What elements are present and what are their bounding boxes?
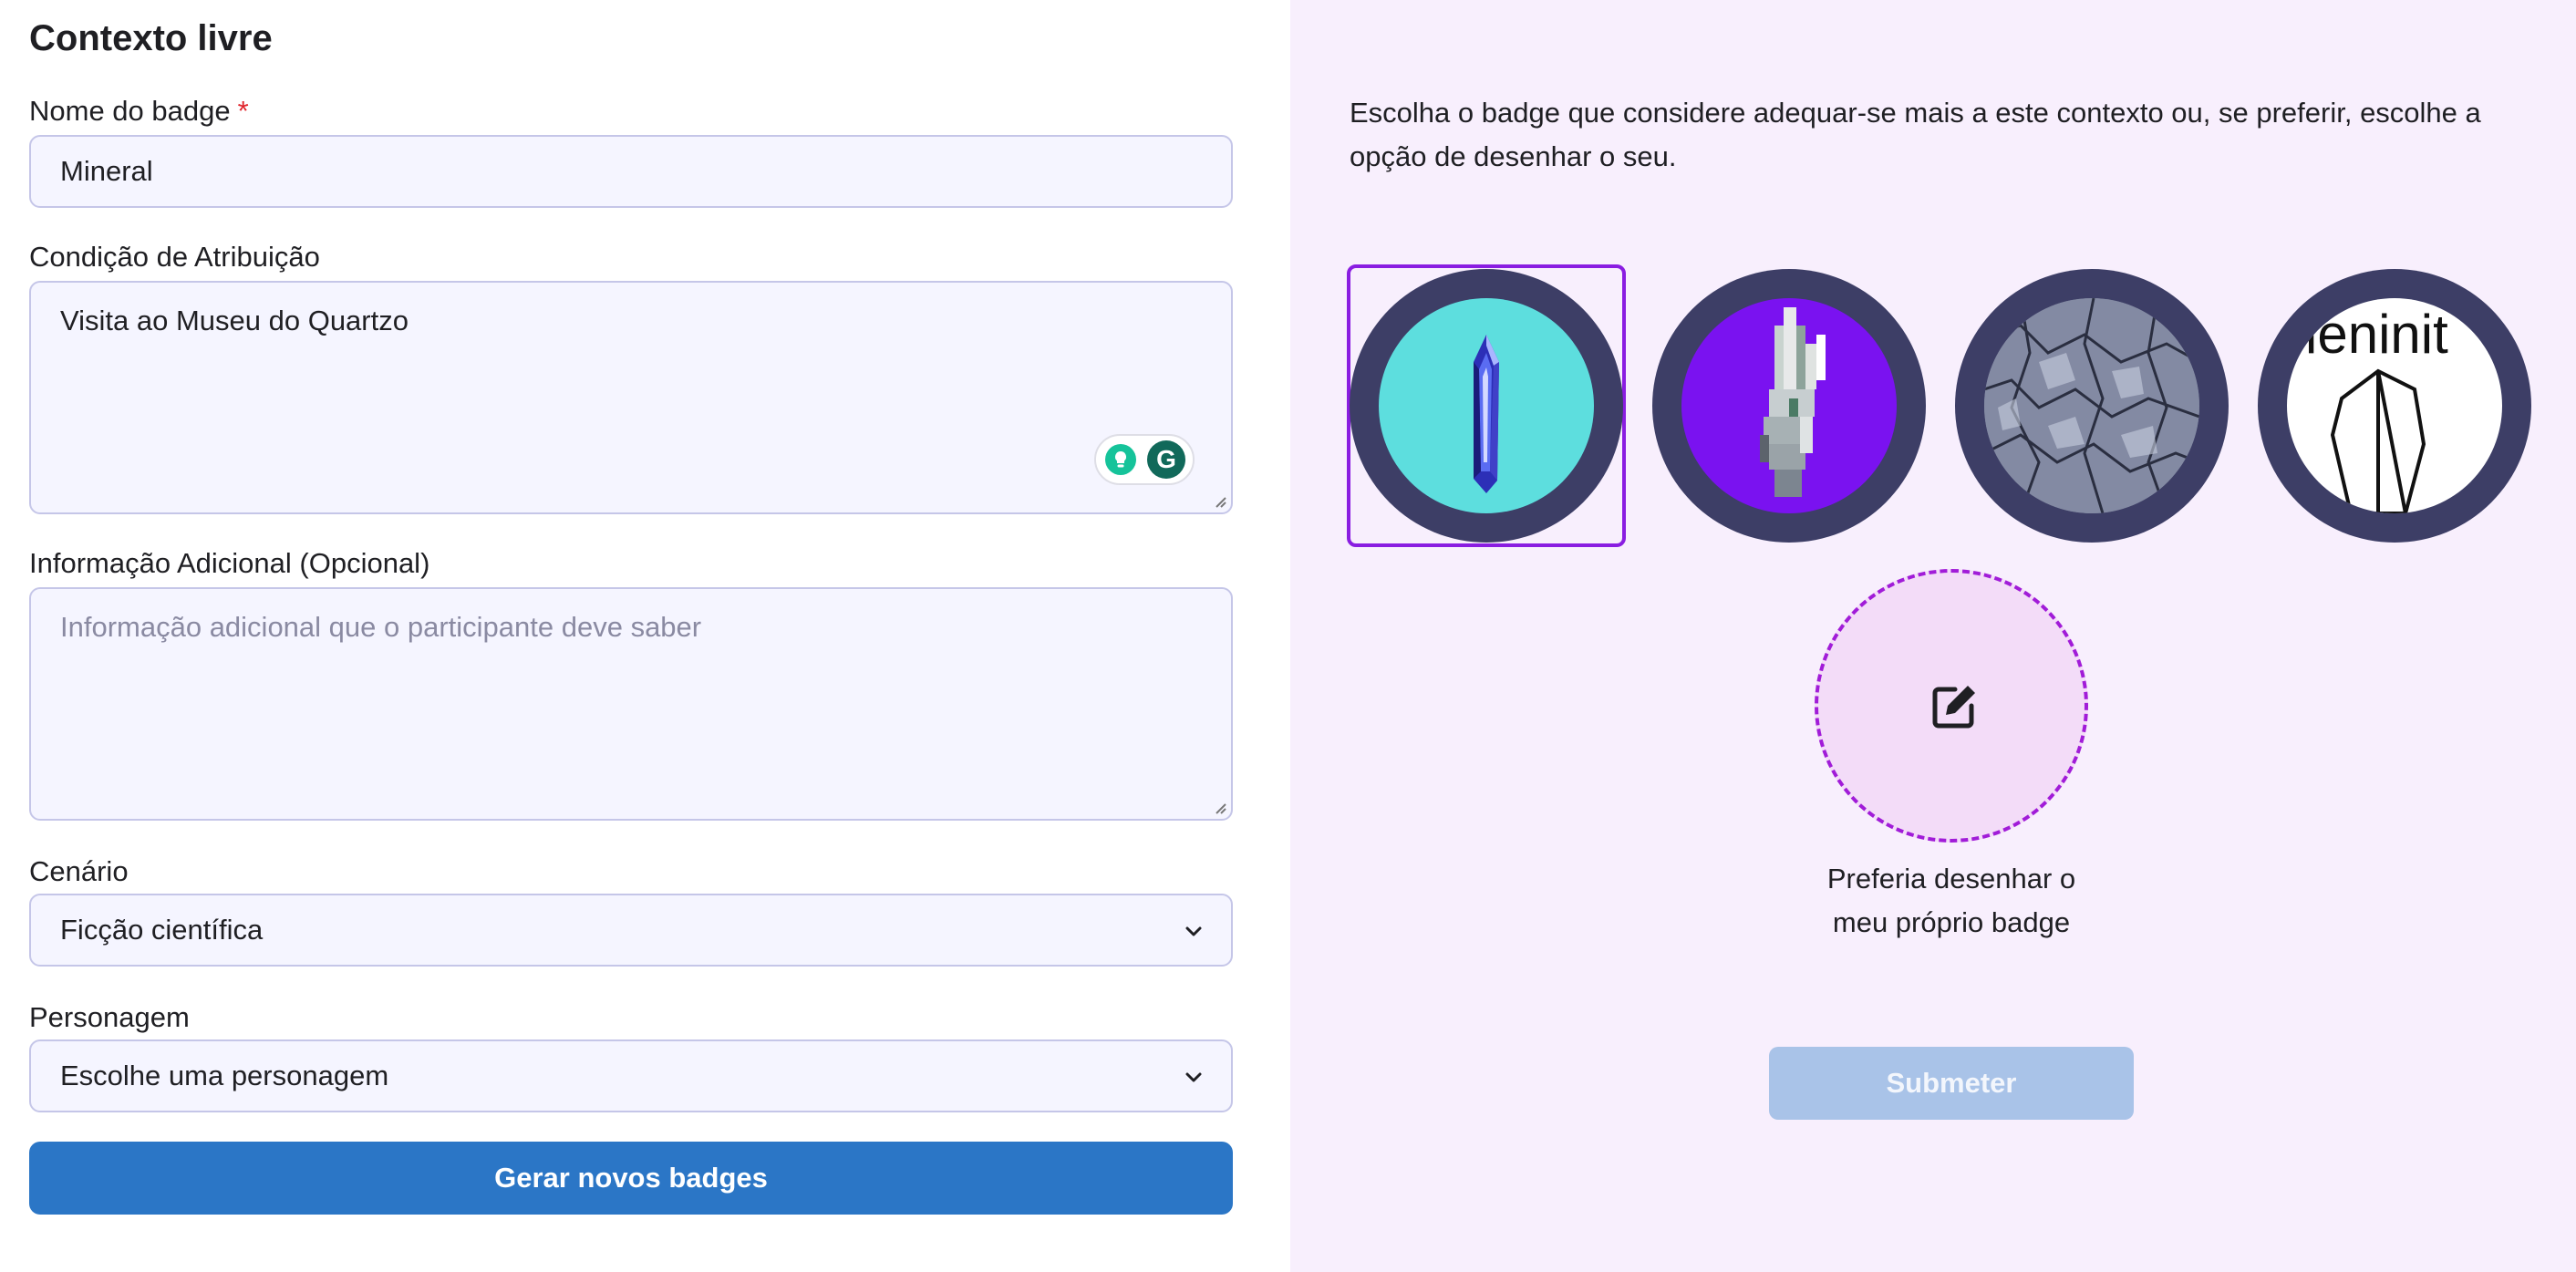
lightbulb-icon[interactable] xyxy=(1105,444,1136,475)
submit-button[interactable]: Submeter xyxy=(1769,1047,2134,1120)
condition-label: Condição de Atribuição xyxy=(29,241,320,273)
grammarly-icon[interactable]: G xyxy=(1147,440,1185,479)
extra-info-textarea[interactable]: Informação adicional que o participante … xyxy=(29,587,1233,821)
badge-ring xyxy=(1652,269,1926,543)
badge-chooser-panel: Escolha o badge que considere adequar-se… xyxy=(1290,0,2576,1272)
crystal-sketch-image: ieninit xyxy=(2287,298,2502,513)
badge-option-4[interactable]: ieninit xyxy=(2255,264,2534,547)
badge-ring: ieninit xyxy=(2258,269,2531,543)
chevron-down-icon xyxy=(1185,1072,1202,1082)
badge-ring xyxy=(1350,269,1623,543)
sketch-overlay-text: ieninit xyxy=(2305,304,2448,365)
resize-handle-icon[interactable] xyxy=(1213,801,1227,815)
badge-name-input[interactable]: Mineral xyxy=(29,135,1233,208)
badge-ring xyxy=(1955,269,2229,543)
extra-info-placeholder: Informação adicional que o participante … xyxy=(60,611,702,643)
badge-name-label: Nome do badge * xyxy=(29,95,249,128)
badge-name-label-text: Nome do badge xyxy=(29,95,231,127)
character-label: Personagem xyxy=(29,1001,190,1033)
resize-handle-icon[interactable] xyxy=(1213,494,1227,509)
grammarly-widget[interactable]: G xyxy=(1094,434,1195,485)
badge-name-value: Mineral xyxy=(60,155,153,187)
quartz-texture-image xyxy=(1984,298,2199,513)
generate-badges-button[interactable]: Gerar novos badges xyxy=(29,1142,1233,1215)
draw-own-label: Preferia desenhar o meu próprio badge xyxy=(1826,863,2076,938)
extra-info-label: Informação Adicional (Opcional) xyxy=(29,547,430,579)
character-selected: Escolhe uma personagem xyxy=(60,1060,389,1091)
condition-value: Visita ao Museu do Quartzo xyxy=(60,305,409,336)
scenario-select[interactable]: Ficção científica xyxy=(29,894,1233,967)
required-mark: * xyxy=(237,95,249,127)
chevron-down-icon xyxy=(1185,926,1202,936)
character-select[interactable]: Escolhe uma personagem xyxy=(29,1039,1233,1112)
badge-option-3[interactable] xyxy=(1952,264,2231,547)
chooser-instructions: Escolha o badge que considere adequar-se… xyxy=(1350,97,2481,172)
form-title: Contexto livre xyxy=(29,18,273,58)
scenario-label: Cenário xyxy=(29,855,129,887)
pixel-crystal-image xyxy=(1681,298,1897,513)
badge-form-panel: Contexto livre Nome do badge * Mineral Co… xyxy=(0,0,1290,1272)
edit-square-icon xyxy=(1932,686,1975,729)
badge-option-2[interactable] xyxy=(1650,264,1929,547)
scenario-selected: Ficção científica xyxy=(60,914,264,946)
draw-own-badge-button[interactable] xyxy=(1815,569,2088,843)
condition-textarea[interactable]: Visita ao Museu do Quartzo G xyxy=(29,281,1233,514)
blue-crystal-image xyxy=(1379,298,1594,513)
badge-option-1[interactable] xyxy=(1347,264,1626,547)
